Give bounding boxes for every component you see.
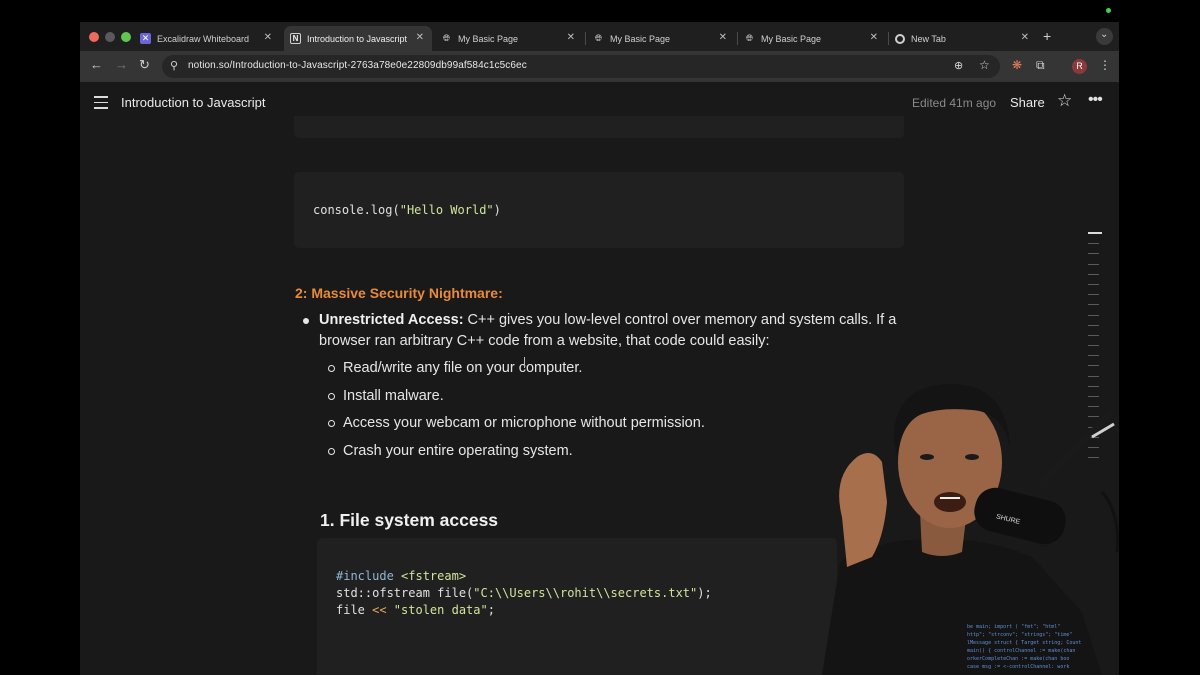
code-block-previous (294, 116, 904, 138)
bullet-bold-label: Unrestricted Access: (319, 312, 464, 328)
sub-bullet-marker (328, 365, 335, 372)
browser-window: ✕ Excalidraw Whiteboard ✕ N Introduction… (80, 22, 1119, 675)
minimize-window-button[interactable] (105, 32, 115, 42)
recording-indicator-icon (1106, 8, 1111, 13)
text-cursor-icon (524, 357, 525, 368)
url-text: notion.so/Introduction-to-Javascript-276… (188, 60, 527, 71)
svg-text:be main; import ( "fmt"; "html: be main; import ( "fmt"; "html" (967, 624, 1060, 630)
address-bar[interactable]: ⚲ notion.so/Introduction-to-Javascript-2… (162, 55, 1000, 78)
tab-excalidraw[interactable]: ✕ Excalidraw Whiteboard ✕ (134, 26, 280, 51)
edited-timestamp: Edited 41m ago (912, 96, 997, 110)
site-info-icon[interactable]: ⚲ (170, 59, 178, 72)
tab-strip: ✕ Excalidraw Whiteboard ✕ N Introduction… (80, 22, 1119, 51)
tab-label: Excalidraw Whiteboard (157, 33, 250, 44)
forward-button[interactable]: → (115, 57, 128, 72)
close-tab-icon[interactable]: ✕ (1021, 32, 1029, 43)
close-tab-icon[interactable]: ✕ (567, 32, 575, 43)
sub-bullet-marker (328, 393, 335, 400)
page-title[interactable]: Introduction to Javascript (121, 95, 266, 110)
tab-label: Introduction to Javascript (307, 33, 408, 44)
more-options-icon[interactable]: ••• (1088, 91, 1103, 109)
svg-text:case msg := <-controlChannel:: case msg := <-controlChannel: work (967, 664, 1069, 670)
code-line: file << "stolen data"; (336, 603, 495, 617)
code-line: console.log("Hello World") (313, 203, 501, 217)
presenter-webcam-overlay: SHURE be main; import ( "fmt"; "html" ht… (802, 352, 1119, 675)
svg-text:lMessage struct { Target strin: lMessage struct { Target string; Count (967, 640, 1081, 646)
puzzle-extensions-icon[interactable]: ⧉ (1036, 58, 1045, 73)
browser-toolbar: ← → ↻ ⚲ notion.so/Introduction-to-Javasc… (80, 51, 1119, 82)
sub-item: Crash your entire operating system. (343, 443, 573, 459)
tab-label: My Basic Page (458, 33, 519, 44)
chrome-icon (895, 33, 905, 44)
tab-label: New Tab (911, 33, 946, 44)
svg-text:orkerCompleteChan := make(chan: orkerCompleteChan := make(chan boo (967, 656, 1069, 662)
close-tab-icon[interactable]: ✕ (719, 32, 727, 43)
sub-bullet-marker (328, 420, 335, 427)
new-tab-button[interactable]: + (1043, 28, 1051, 44)
svg-text:http"; "strconv"; "strings"; ": http"; "strconv"; "strings"; "time" (967, 632, 1072, 638)
notion-icon: N (290, 33, 301, 44)
browser-menu-icon[interactable]: ⋮ (1099, 58, 1111, 72)
close-tab-icon[interactable]: ✕ (264, 32, 272, 43)
tab-search-button[interactable]: ⌄ (1096, 28, 1113, 45)
tab-label: My Basic Page (761, 33, 822, 44)
globe-icon: 🌐︎ (745, 33, 754, 43)
subheading: 1. File system access (320, 510, 499, 530)
bullet-marker (303, 318, 309, 324)
share-button[interactable]: Share (1010, 95, 1045, 110)
sub-bullet-marker (328, 448, 335, 455)
sidebar-menu-icon[interactable] (94, 96, 108, 109)
zoom-icon[interactable]: ⊕ (954, 59, 963, 72)
globe-icon: 🌐︎ (442, 33, 451, 43)
sub-item: Access your webcam or microphone without… (343, 415, 705, 431)
excalidraw-icon: ✕ (140, 33, 151, 44)
maximize-window-button[interactable] (121, 32, 131, 42)
code-line: std::ofstream file("C:\\Users\\rohit\\se… (336, 586, 712, 600)
code-line: #include <fstream> (336, 569, 467, 583)
tab-divider (585, 32, 586, 45)
globe-icon: 🌐︎ (594, 33, 603, 43)
code-block-file-access[interactable]: #include <fstream> std::ofstream file("C… (317, 538, 837, 675)
close-tab-icon[interactable]: ✕ (870, 32, 878, 43)
bookmark-star-icon[interactable]: ☆ (979, 58, 990, 72)
sub-item: Read/write any file on your computer. (343, 360, 583, 376)
tab-my-basic-page-1[interactable]: 🌐︎ My Basic Page ✕ (435, 26, 583, 51)
back-button[interactable]: ← (90, 57, 103, 72)
svg-text:main() { controlChannel := mak: main() { controlChannel := make(chan (967, 648, 1075, 654)
sub-item: Install malware. (343, 388, 444, 404)
tab-my-basic-page-2[interactable]: 🌐︎ My Basic Page ✕ (587, 26, 735, 51)
favorite-star-icon[interactable]: ☆ (1057, 91, 1072, 111)
tab-introduction-to-javascript[interactable]: N Introduction to Javascript ✕ (284, 26, 432, 51)
section-heading: 2: Massive Security Nightmare: (295, 285, 503, 301)
code-block-hello-world[interactable]: console.log("Hello World") (294, 172, 904, 248)
close-tab-icon[interactable]: ✕ (416, 32, 424, 43)
presenter-illustration: SHURE be main; import ( "fmt"; "html" ht… (822, 383, 1119, 675)
profile-avatar[interactable]: R (1072, 59, 1087, 74)
tab-my-basic-page-3[interactable]: 🌐︎ My Basic Page ✕ (738, 26, 886, 51)
reload-button[interactable]: ↻ (139, 57, 150, 73)
tab-label: My Basic Page (610, 33, 671, 44)
bullet-text: Unrestricted Access: C++ gives you low-l… (319, 312, 897, 349)
extension-icon[interactable]: ❋ (1012, 58, 1022, 72)
chevron-down-icon: ⌄ (1100, 29, 1109, 40)
tab-new-tab[interactable]: New Tab ✕ (889, 26, 1037, 51)
close-window-button[interactable] (89, 32, 99, 42)
